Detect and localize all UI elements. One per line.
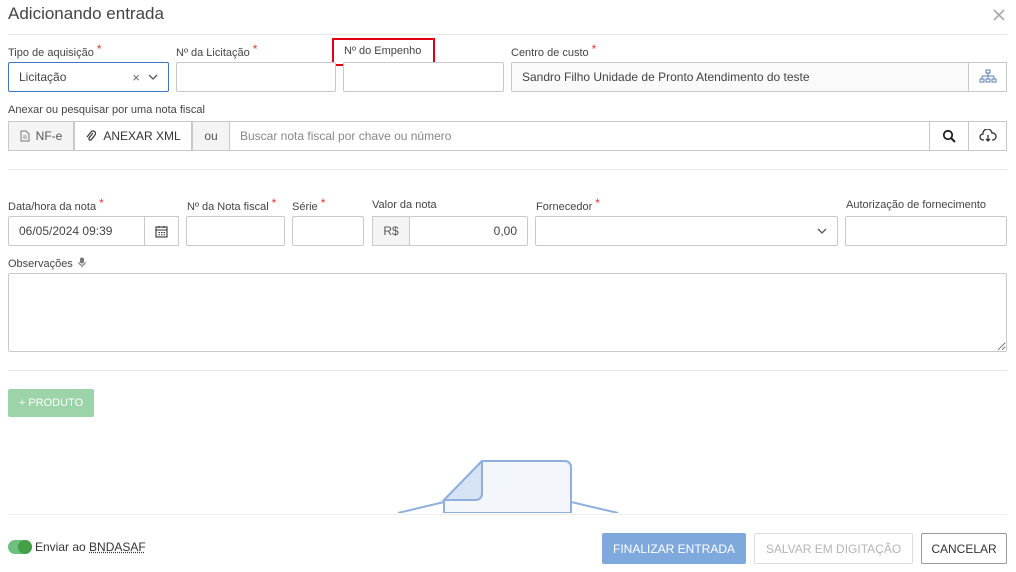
num-licitacao-label: Nº da Licitação * — [176, 42, 258, 59]
bndasaf-toggle-label: Enviar ao BNDASAF — [35, 540, 146, 554]
centro-custo-label: Centro de custo * — [511, 42, 597, 59]
num-empenho-input[interactable] — [343, 62, 504, 92]
tipo-aquisicao-value: Licitação — [19, 70, 67, 84]
fornecedor-select[interactable] — [535, 216, 838, 246]
search-icon[interactable] — [929, 121, 969, 151]
anexar-xml-button[interactable]: ANEXAR XML — [74, 121, 192, 151]
bndasaf-toggle[interactable] — [8, 540, 32, 554]
clear-icon[interactable]: × — [132, 70, 140, 85]
microphone-icon — [78, 257, 86, 268]
fornecedor-label: Fornecedor * — [536, 196, 600, 213]
tipo-aquisicao-select[interactable]: Licitação × — [8, 62, 169, 92]
num-nota-input[interactable] — [186, 216, 285, 246]
centro-custo-input[interactable]: Sandro Filho Unidade de Pronto Atendimen… — [511, 62, 969, 92]
footer-divider — [8, 514, 1007, 515]
observacoes-textarea[interactable] — [8, 273, 1007, 352]
anexar-label: Anexar ou pesquisar por uma nota fiscal — [8, 104, 205, 116]
nota-search-input[interactable]: Buscar nota fiscal por chave ou número — [229, 121, 930, 151]
file-icon — [20, 130, 30, 142]
tipo-aquisicao-label: Tipo de aquisição * — [8, 42, 102, 59]
divider — [8, 169, 1007, 170]
paperclip-icon — [86, 129, 97, 141]
observacoes-label: Observações — [8, 257, 86, 270]
chevron-down-icon[interactable] — [817, 226, 827, 236]
autorizacao-label: Autorização de fornecimento — [846, 199, 987, 211]
chevron-down-icon[interactable] — [148, 72, 158, 82]
currency-addon: R$ — [372, 216, 410, 246]
valor-input[interactable]: 0,00 — [409, 216, 528, 246]
dialog-title: Adicionando entrada — [8, 4, 164, 23]
divider — [8, 370, 1007, 371]
valor-label: Valor da nota — [372, 199, 437, 211]
cloud-download-icon[interactable] — [968, 121, 1007, 151]
salvar-digitacao-button[interactable]: SALVAR EM DIGITAÇÃO — [754, 533, 913, 564]
cancel-button[interactable]: CANCELAR — [921, 533, 1007, 564]
autorizacao-input[interactable] — [845, 216, 1007, 246]
nfe-addon: NF-e — [8, 121, 74, 151]
data-hora-label: Data/hora da nota * — [8, 196, 104, 213]
calendar-icon[interactable] — [144, 216, 179, 246]
num-nota-label: Nº da Nota fiscal * — [187, 196, 277, 213]
close-icon[interactable] — [990, 6, 1008, 24]
ou-addon: ou — [192, 121, 230, 151]
add-produto-button[interactable]: + PRODUTO — [8, 389, 94, 417]
empty-state-illustration — [396, 460, 620, 513]
finalizar-entrada-button[interactable]: FINALIZAR ENTRADA — [602, 533, 746, 564]
divider — [8, 34, 1007, 35]
num-licitacao-input[interactable] — [176, 62, 336, 92]
serie-input[interactable] — [292, 216, 364, 246]
sitemap-icon[interactable] — [968, 62, 1007, 92]
serie-label: Série * — [292, 196, 326, 213]
data-hora-input[interactable]: 06/05/2024 09:39 — [8, 216, 145, 246]
